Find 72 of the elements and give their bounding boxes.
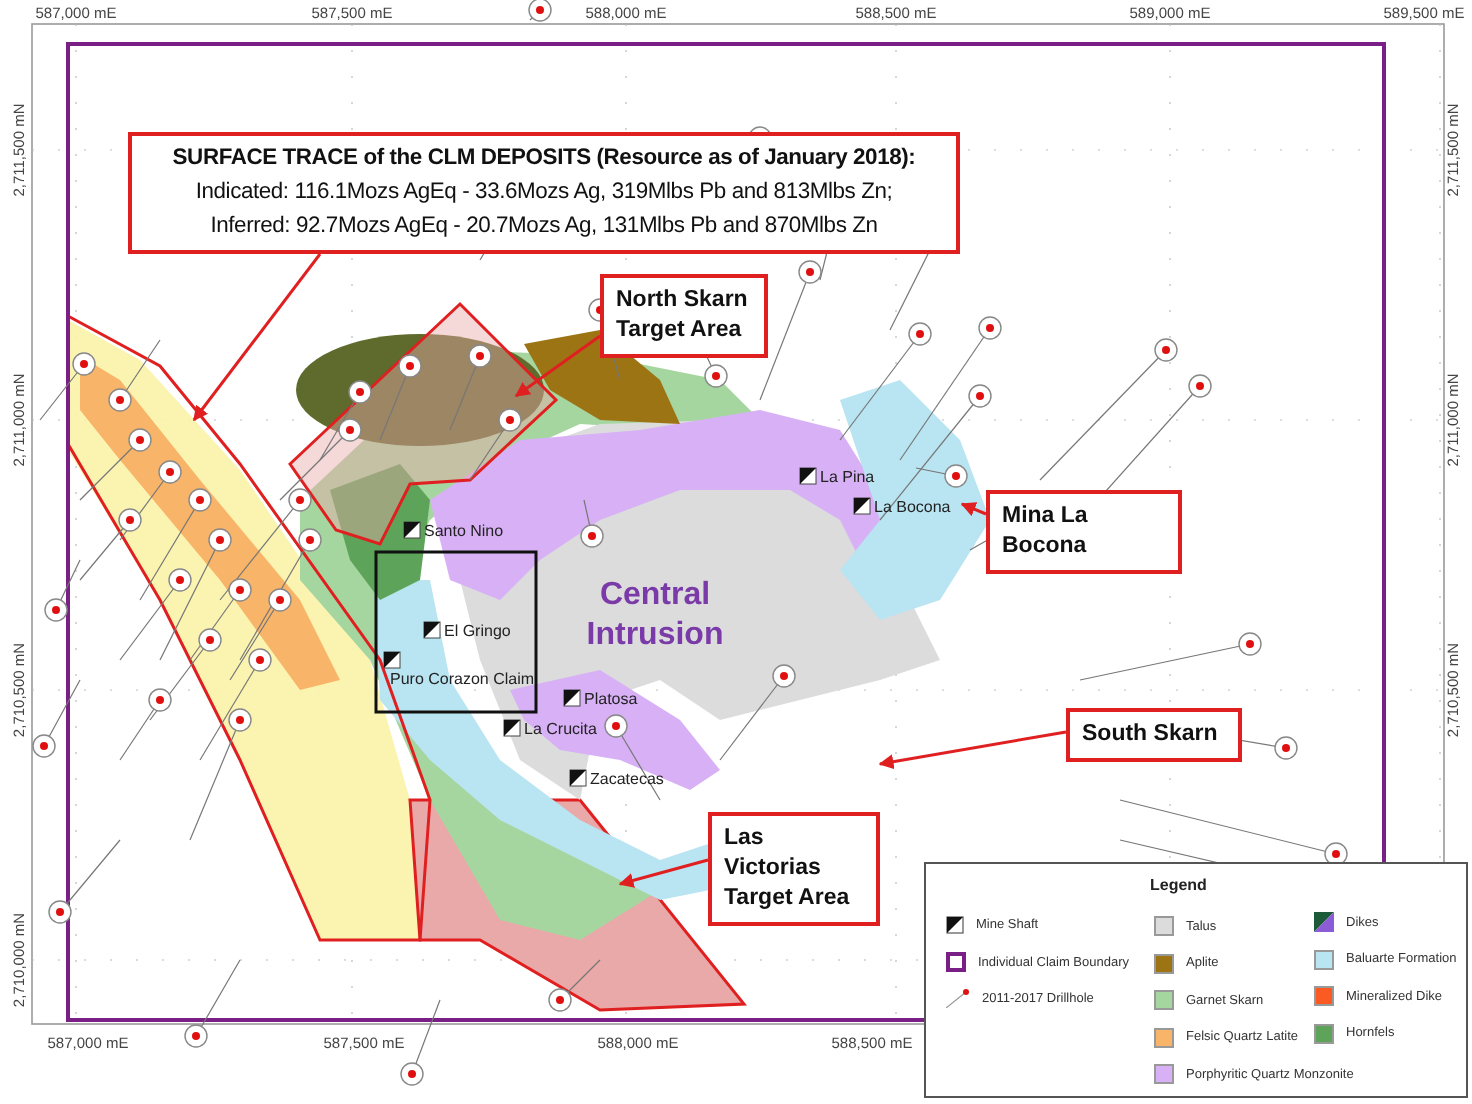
drillhole-icon: [1238, 632, 1262, 656]
drillhole-icon: [946, 988, 970, 1008]
mine-label: Zacatecas: [590, 770, 664, 788]
drillhole-icon: [44, 598, 68, 622]
drillhole-icon: [48, 900, 72, 924]
drillhole-icon: [580, 524, 604, 548]
callout-label: Mina La Bocona: [986, 490, 1182, 574]
drillhole-icon: [72, 352, 96, 376]
legend-swatch: [1314, 912, 1334, 932]
drillhole-icon: [298, 528, 322, 552]
drillhole-icon: [398, 354, 422, 378]
leader-line: [514, 334, 601, 398]
drillhole-icon: [248, 648, 272, 672]
mine-label: La Bocona: [874, 498, 951, 516]
drillhole-icon: [798, 260, 822, 284]
drillhole-icon: [978, 316, 1002, 340]
drillhole-icon: [704, 364, 728, 388]
area-label: Central Intrusion: [584, 576, 726, 656]
drillhole-icon: [32, 734, 56, 758]
mine-label: Platosa: [584, 690, 638, 708]
drillhole-icon: [338, 418, 362, 442]
mine-label: El Gringo: [444, 622, 511, 640]
callout-label: Las Victorias Target Area: [708, 812, 880, 926]
drillhole-icon: [228, 578, 252, 602]
mine-shaft-icon: [563, 689, 581, 707]
drillhole-icon: [1188, 374, 1212, 398]
mine-label: La Pina: [820, 468, 875, 486]
drillhole-icon: [468, 344, 492, 368]
drillhole-icon: [498, 408, 522, 432]
drillhole-icon: [604, 714, 628, 738]
mine-shaft-icon: [383, 651, 401, 669]
drillhole-icon: [198, 628, 222, 652]
mine-shaft-icon: [946, 916, 964, 934]
legend-title: Legend: [1150, 876, 1207, 894]
drillhole-icon: [348, 380, 372, 404]
mine-shaft-icon: [503, 719, 521, 737]
mine-shaft-icon: [799, 467, 817, 485]
mine-shaft-icon: [403, 521, 421, 539]
drillhole-icon: [908, 322, 932, 346]
leader-line: [618, 858, 709, 888]
claim-boundary-icon: [946, 952, 966, 972]
drillhole-icon: [118, 508, 142, 532]
drillhole-icon: [228, 708, 252, 732]
drillhole-icon: [108, 388, 132, 412]
drillhole-icon: [128, 428, 152, 452]
drillhole-icon: [288, 488, 312, 512]
drillhole-icon: [268, 588, 292, 612]
drillhole-icon: [158, 460, 182, 484]
callout-label: North Skarn Target Area: [600, 274, 768, 358]
drillhole-icon: [1154, 338, 1178, 362]
drillhole-icon: [208, 528, 232, 552]
drillhole-icon: [400, 1062, 424, 1086]
mine-label: La Crucita: [524, 720, 597, 738]
mine-shaft-icon: [569, 769, 587, 787]
leader-line: [960, 502, 987, 517]
drillhole-icon: [168, 568, 192, 592]
mine-shaft-icon: [853, 497, 871, 515]
mine-label: Santo Nino: [424, 522, 504, 540]
drillhole-icon: [968, 384, 992, 408]
title-line: SURFACE TRACE of the CLM DEPOSITS (Resource as of January 2018):: [170, 144, 918, 174]
title-line: Inferred: 92.7Mozs AgEq - 20.7Mozs Ag, 131Mlbs Pb and 870Mlbs Zn: [208, 212, 880, 242]
drillhole-icon: [944, 464, 968, 488]
mine-label: Puro Corazon Claim: [390, 670, 535, 688]
mine-shaft-icon: [423, 621, 441, 639]
title-line: Indicated: 116.1Mozs AgEq - 33.6Mozs Ag, 319Mlbs Pb and 813Mlbs Zn;: [193, 178, 895, 208]
drillhole-icon: [148, 688, 172, 712]
callout-label: South Skarn: [1066, 708, 1242, 762]
drillhole-icon: [772, 664, 796, 688]
drillhole-icon: [184, 1024, 208, 1048]
drillhole-icon: [548, 988, 572, 1012]
drillhole-icon: [188, 488, 212, 512]
drillhole-icon: [1274, 736, 1298, 760]
